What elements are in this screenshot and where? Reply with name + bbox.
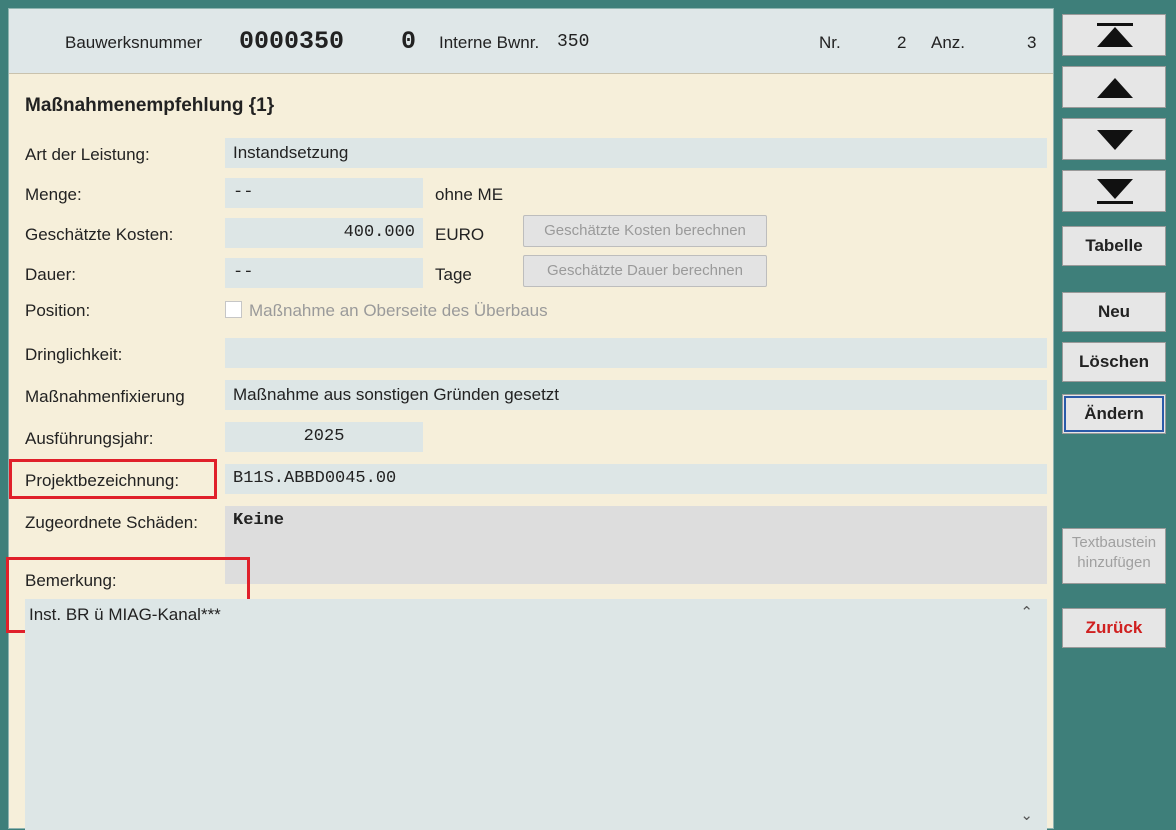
header-bar: Bauwerksnummer 0000350 0 Interne Bwnr. 3… [9,9,1053,74]
first-record-button[interactable] [1062,14,1166,56]
kosten-unit: EURO [435,225,485,244]
dauer-unit: Tage [435,265,472,284]
previous-record-button[interactable] [1062,66,1166,108]
position-label: Position: [25,301,91,320]
teilbauwerk-value: 0 [401,27,417,56]
textbaustein-label-line2: hinzufügen [1077,554,1151,571]
ausfuehrungsjahr-field[interactable]: 2025 [225,422,423,452]
schaeden-label: Zugeordnete Schäden: [25,513,198,532]
zurueck-button[interactable]: Zurück [1062,608,1166,648]
fixierung-field[interactable]: Maßnahme aus sonstigen Gründen gesetzt [225,380,1047,410]
oberseite-checkbox-label: Maßnahme an Oberseite des Überbaus [249,301,548,320]
bemerkung-text: Inst. BR ü MIAG-Kanal*** [29,605,221,624]
scroll-up-icon[interactable]: ⌃ [1020,603,1033,621]
dauer-label: Dauer: [25,265,77,284]
interne-bwnr-label: Interne Bwnr. [439,33,540,52]
kosten-berechnen-button[interactable]: Geschätzte Kosten berechnen [523,215,767,247]
dringlichkeit-label: Dringlichkeit: [25,345,123,364]
bauwerksnummer-value: 0000350 [239,27,345,56]
textbaustein-label-line1: Textbaustein [1071,534,1157,551]
neu-button[interactable]: Neu [1062,292,1166,332]
kosten-field[interactable]: 400.000 [225,218,423,248]
anz-value: 3 [1027,33,1037,52]
schaeden-field[interactable]: Keine [225,506,1047,584]
aendern-button[interactable]: Ändern [1062,394,1166,434]
tabelle-button[interactable]: Tabelle [1062,226,1166,266]
anz-label: Anz. [931,33,966,52]
art-der-leistung-field[interactable]: Instandsetzung [225,138,1047,168]
textbaustein-button[interactable]: Textbaustein hinzufügen [1062,528,1166,584]
bauwerksnummer-label: Bauwerksnummer [65,33,202,52]
dauer-berechnen-button[interactable]: Geschätzte Dauer berechnen [523,255,767,287]
dauer-field[interactable]: -- [225,258,423,288]
section-title: Maßnahmenempfehlung {1} [25,95,275,116]
bemerkung-label: Bemerkung: [25,571,117,590]
dringlichkeit-field[interactable] [225,338,1047,368]
projektbezeichnung-label: Projektbezeichnung: [25,471,180,490]
projektbezeichnung-field[interactable]: B11S.ABBD0045.00 [225,464,1047,494]
ausfuehrungsjahr-label: Ausführungsjahr: [25,429,154,448]
nr-label: Nr. [819,33,841,52]
kosten-label: Geschätzte Kosten: [25,225,174,244]
menge-label: Menge: [25,185,82,204]
nr-value: 2 [897,33,907,52]
last-record-button[interactable] [1062,170,1166,212]
form-panel: Bauwerksnummer 0000350 0 Interne Bwnr. 3… [6,8,1054,830]
menge-field[interactable]: -- [225,178,423,208]
next-record-button[interactable] [1062,118,1166,160]
menge-unit: ohne ME [435,185,504,204]
next-record-icon [1097,130,1133,150]
previous-record-icon [1097,78,1133,98]
oberseite-checkbox[interactable] [225,301,242,318]
loeschen-button[interactable]: Löschen [1062,342,1166,382]
fixierung-label: Maßnahmenfixierung [25,387,185,406]
art-der-leistung-label: Art der Leistung: [25,145,150,164]
interne-bwnr-value: 350 [557,32,590,52]
scroll-down-icon[interactable]: ⌄ [1020,806,1033,824]
bemerkung-textarea[interactable]: Inst. BR ü MIAG-Kanal*** ⌃ ⌄ [25,599,1047,830]
